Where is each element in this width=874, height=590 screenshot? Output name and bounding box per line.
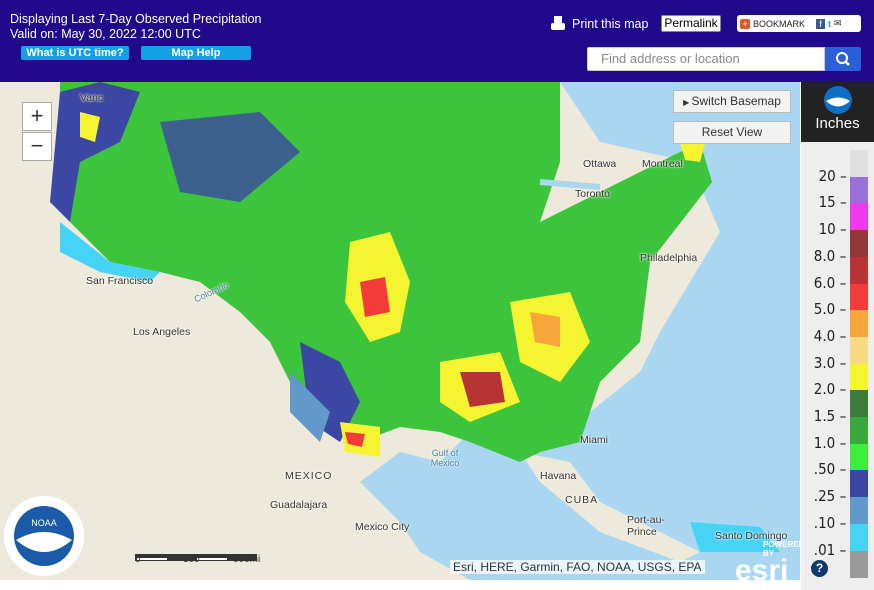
search-icon bbox=[836, 52, 850, 66]
esri-wordmark: esri bbox=[735, 554, 789, 581]
svg-text:NOAA: NOAA bbox=[31, 518, 57, 528]
plus-icon: + bbox=[740, 18, 750, 29]
scale-label: 600mi bbox=[233, 554, 261, 565]
legend-color-band bbox=[850, 336, 868, 365]
title-line: Displaying Last 7-Day Observed Precipita… bbox=[10, 12, 262, 26]
legend-color-band bbox=[850, 363, 868, 392]
precipitation-legend: Inches ? 20 – 15 – 10 – 8.0 – 6.0 – 5.0 – 4.0 … bbox=[801, 82, 874, 590]
legend-unit: Inches bbox=[815, 115, 860, 132]
precipitation-map bbox=[0, 82, 780, 580]
city-label: Los Angeles bbox=[133, 326, 191, 338]
valid-date: Valid on: May 30, 2022 12:00 UTC bbox=[10, 27, 201, 41]
legend-color-band bbox=[850, 256, 868, 285]
legend-color-band bbox=[850, 497, 868, 525]
country-label: MEXICO bbox=[285, 470, 333, 482]
legend-label: 1.0 – bbox=[813, 433, 847, 452]
legend-label: 15 – bbox=[818, 193, 847, 212]
legend-label: 5.0 – bbox=[813, 300, 847, 319]
legend-color-band bbox=[850, 310, 868, 338]
water-label: Gulf of Mexico bbox=[430, 448, 460, 468]
legend-label: 20 – bbox=[818, 166, 847, 185]
twitter-icon[interactable]: t bbox=[828, 19, 831, 29]
legend-color-band bbox=[850, 390, 868, 418]
legend-label: .50 – bbox=[813, 460, 847, 479]
legend-color-band bbox=[850, 283, 868, 312]
legend-color-band bbox=[850, 550, 868, 579]
email-icon[interactable]: ✉ bbox=[834, 18, 842, 29]
legend-label: 2.0 – bbox=[813, 380, 847, 399]
legend-label: 6.0 – bbox=[813, 273, 847, 292]
city-label: Port-au-Prince bbox=[627, 514, 665, 538]
reset-view-button[interactable]: Reset View bbox=[673, 121, 791, 144]
legend-color-band bbox=[850, 417, 868, 445]
help-icon[interactable]: ? bbox=[811, 560, 828, 577]
noaa-seal-logo: NOAA bbox=[4, 496, 84, 576]
city-label: Montreal bbox=[642, 158, 683, 170]
scale-label: 0 bbox=[135, 554, 141, 565]
map-help-button[interactable]: Map Help bbox=[141, 46, 251, 60]
permalink-button[interactable]: Permalink bbox=[661, 15, 721, 32]
city-label: Ottawa bbox=[583, 158, 617, 170]
triangle-right-icon: ▶ bbox=[683, 98, 692, 107]
city-label: San Francisco bbox=[86, 275, 154, 287]
switch-basemap-button[interactable]: ▶ Switch Basemap bbox=[673, 90, 791, 113]
legend-label: 1.5 – bbox=[813, 407, 847, 425]
legend-label: 4.0 – bbox=[813, 326, 847, 345]
city-label: Mexico City bbox=[355, 521, 410, 533]
legend-label: 10 – bbox=[818, 220, 847, 239]
city-label: Guadalajara bbox=[270, 499, 328, 511]
legend-color-band bbox=[850, 150, 868, 178]
legend-color-band bbox=[850, 176, 868, 205]
utc-button[interactable]: What is UTC time? bbox=[21, 46, 129, 60]
search-button[interactable] bbox=[825, 47, 861, 71]
printer-icon bbox=[551, 16, 565, 30]
legend-color-band bbox=[850, 443, 868, 472]
search-input[interactable]: Find address or location bbox=[587, 47, 825, 71]
city-label: Toronto bbox=[575, 188, 611, 200]
zoom-out-button[interactable]: − bbox=[22, 132, 52, 161]
legend-label: .01 – bbox=[813, 540, 847, 559]
scale-bar: 0 300 600mi bbox=[135, 554, 275, 566]
map-view[interactable]: Vanc San Francisco Los Angeles Ottawa Mo… bbox=[0, 82, 800, 580]
country-label: CUBA bbox=[565, 494, 599, 506]
bookmark-label: BOOKMARK bbox=[753, 18, 806, 29]
map-title: Displaying Last 7-Day Observed Precipita… bbox=[10, 12, 262, 42]
attribution: Esri, HERE, Garmin, FAO, NOAA, USGS, EPA bbox=[450, 560, 705, 574]
header: Displaying Last 7-Day Observed Precipita… bbox=[0, 0, 874, 82]
city-label: Philadelphia bbox=[640, 252, 698, 264]
switch-basemap-label: Switch Basemap bbox=[691, 94, 781, 108]
bookmark-button[interactable]: + BOOKMARK f t ✉ bbox=[737, 15, 861, 32]
print-label: Print this map bbox=[572, 17, 649, 31]
esri-logo: POWERED BY esri bbox=[735, 540, 800, 580]
legend-header: Inches bbox=[801, 82, 874, 142]
facebook-icon[interactable]: f bbox=[816, 18, 826, 29]
legend-color-band bbox=[850, 203, 868, 232]
legend-label: 8.0 – bbox=[813, 246, 847, 265]
noaa-logo bbox=[823, 86, 852, 114]
scale-label: 300 bbox=[183, 554, 200, 565]
legend-label: .25 – bbox=[813, 487, 847, 506]
legend-color-band bbox=[850, 470, 868, 499]
legend-label: .10 – bbox=[813, 513, 847, 532]
zoom-in-button[interactable]: + bbox=[22, 102, 52, 131]
city-label: Havana bbox=[540, 470, 577, 482]
city-label: Vanc bbox=[80, 92, 104, 104]
legend-color-band bbox=[850, 230, 868, 258]
legend-color-band bbox=[850, 523, 868, 552]
legend-label: 3.0 – bbox=[813, 353, 847, 372]
city-label: Miami bbox=[580, 434, 608, 446]
print-button[interactable]: Print this map bbox=[550, 16, 648, 32]
